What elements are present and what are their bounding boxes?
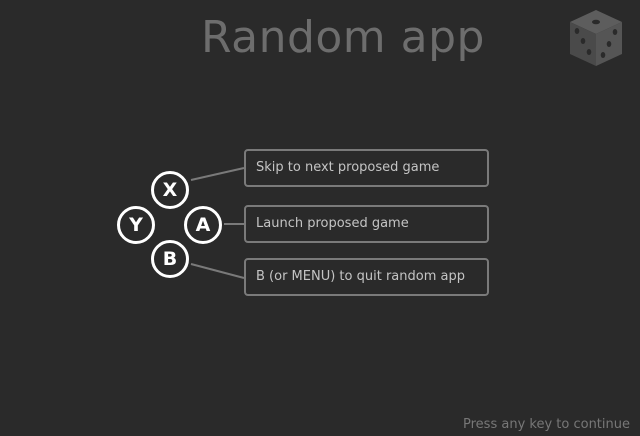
hint-skip-game: Skip to next proposed game xyxy=(244,149,489,187)
x-button-icon: X xyxy=(151,171,189,209)
a-button-icon: A xyxy=(184,206,222,244)
continue-prompt[interactable]: Press any key to continue xyxy=(463,417,630,432)
hint-quit-app: B (or MENU) to quit random app xyxy=(244,258,489,296)
connector-b xyxy=(190,263,245,279)
b-button-icon: B xyxy=(151,240,189,278)
connector-x xyxy=(190,167,245,181)
hint-launch-game: Launch proposed game xyxy=(244,205,489,243)
y-button-icon: Y xyxy=(117,206,155,244)
